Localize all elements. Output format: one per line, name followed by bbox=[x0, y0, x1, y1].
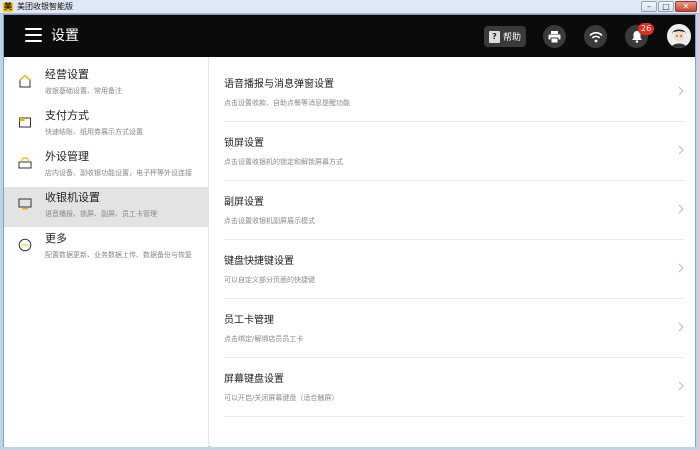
settings-sidebar: 经营设置 收银基础设置、常用备注 支付方式 快速结账、纸用券展示方式设置 外设管… bbox=[4, 57, 209, 447]
sidebar-item-more[interactable]: 更多 配置数据更新、业务数据上传、数据备份与恢复 bbox=[4, 228, 209, 268]
setting-title: 键盘快捷键设置 bbox=[224, 256, 294, 267]
chevron-right-icon bbox=[678, 145, 684, 155]
window-titlebar: 美 美团收银智能版 – □ ✕ bbox=[0, 0, 699, 14]
setting-title: 屏幕键盘设置 bbox=[224, 374, 284, 385]
monitor-icon bbox=[18, 198, 32, 210]
setting-title: 副屏设置 bbox=[224, 197, 264, 208]
chevron-right-icon bbox=[678, 381, 684, 391]
chevron-right-icon bbox=[678, 322, 684, 332]
sidebar-item-desc: 收银基础设置、常用备注 bbox=[45, 87, 122, 95]
setting-desc: 点击设置收款、自助点餐等消息提醒功能 bbox=[224, 99, 350, 107]
app-frame: 设置 ? 帮助 26 经营设置 收银基础设置、常用备注 支付方式 快速结账、纸用… bbox=[3, 14, 696, 447]
house-icon bbox=[19, 74, 31, 88]
notification-badge: 26 bbox=[638, 23, 655, 35]
printer-button[interactable] bbox=[543, 25, 566, 48]
setting-row-voice[interactable]: 语音播报与消息弹窗设置 点击设置收款、自助点餐等消息提醒功能 bbox=[224, 63, 684, 122]
sidebar-item-label: 外设管理 bbox=[45, 150, 89, 163]
chevron-right-icon bbox=[678, 263, 684, 273]
setting-desc: 可以自定义部分页面的快捷键 bbox=[224, 276, 315, 284]
chevron-right-icon bbox=[678, 204, 684, 214]
setting-row-lockscreen[interactable]: 锁屏设置 点击设置收银机的锁定和解锁屏幕方式 bbox=[224, 122, 684, 181]
setting-row-screen-keyboard[interactable]: 屏幕键盘设置 可以开启/关闭屏幕键盘（适合触屏） bbox=[224, 358, 684, 417]
wallet-icon bbox=[19, 117, 31, 128]
app-logo: 美 bbox=[3, 2, 13, 12]
settings-list: 语音播报与消息弹窗设置 点击设置收款、自助点餐等消息提醒功能 锁屏设置 点击设置… bbox=[210, 57, 695, 447]
window-title: 美团收银智能版 bbox=[17, 2, 73, 11]
sidebar-item-desc: 语音播报、锁屏、副屏、员工卡管理 bbox=[45, 210, 157, 218]
sidebar-item-label: 更多 bbox=[45, 232, 67, 245]
sidebar-item-peripherals[interactable]: 外设管理 店内设备、副收银功能设置，电子秤等外设连接 bbox=[4, 146, 209, 186]
setting-desc: 可以开启/关闭屏幕键盘（适合触屏） bbox=[224, 394, 339, 402]
sidebar-item-desc: 快速结账、纸用券展示方式设置 bbox=[45, 128, 143, 136]
device-icon bbox=[18, 157, 32, 169]
help-label: 帮助 bbox=[503, 33, 522, 43]
sidebar-item-desc: 配置数据更新、业务数据上传、数据备份与恢复 bbox=[45, 251, 192, 259]
setting-desc: 点击设置收银机的锁定和解锁屏幕方式 bbox=[224, 158, 343, 166]
window-controls: – □ ✕ bbox=[641, 1, 697, 12]
printer-icon bbox=[548, 30, 561, 43]
chevron-right-icon bbox=[678, 86, 684, 96]
more-circle-icon bbox=[18, 238, 32, 252]
setting-title: 语音播报与消息弹窗设置 bbox=[224, 79, 334, 90]
question-icon: ? bbox=[489, 30, 500, 43]
page-title: 设置 bbox=[51, 28, 79, 44]
setting-desc: 点击设置收银机副屏展示模式 bbox=[224, 217, 315, 225]
setting-row-shortcuts[interactable]: 键盘快捷键设置 可以自定义部分页面的快捷键 bbox=[224, 240, 684, 299]
maximize-button[interactable]: □ bbox=[658, 1, 674, 12]
setting-row-employee-card[interactable]: 员工卡管理 点击绑定/解绑店员员工卡 bbox=[224, 299, 684, 358]
app-header: 设置 ? 帮助 26 bbox=[4, 15, 695, 57]
setting-title: 锁屏设置 bbox=[224, 138, 264, 149]
wifi-icon bbox=[588, 31, 603, 42]
setting-desc: 点击绑定/解绑店员员工卡 bbox=[224, 335, 304, 343]
sidebar-item-desc: 店内设备、副收银功能设置，电子秤等外设连接 bbox=[45, 169, 192, 177]
sidebar-item-payment[interactable]: 支付方式 快速结账、纸用券展示方式设置 bbox=[4, 105, 209, 145]
sidebar-item-label: 经营设置 bbox=[45, 68, 89, 81]
sidebar-item-label: 收银机设置 bbox=[45, 191, 100, 204]
hamburger-icon[interactable] bbox=[25, 28, 42, 43]
avatar[interactable] bbox=[667, 24, 691, 48]
help-button[interactable]: ? 帮助 bbox=[484, 26, 526, 47]
setting-title: 员工卡管理 bbox=[224, 315, 274, 326]
sidebar-item-label: 支付方式 bbox=[45, 109, 89, 122]
setting-row-secondary-screen[interactable]: 副屏设置 点击设置收银机副屏展示模式 bbox=[224, 181, 684, 240]
sidebar-item-business[interactable]: 经营设置 收银基础设置、常用备注 bbox=[4, 64, 209, 104]
sidebar-item-cashier[interactable]: 收银机设置 语音播报、锁屏、副屏、员工卡管理 bbox=[4, 187, 209, 227]
close-window-button[interactable]: ✕ bbox=[675, 1, 697, 12]
wifi-button[interactable] bbox=[584, 25, 607, 48]
minimize-button[interactable]: – bbox=[641, 1, 657, 12]
